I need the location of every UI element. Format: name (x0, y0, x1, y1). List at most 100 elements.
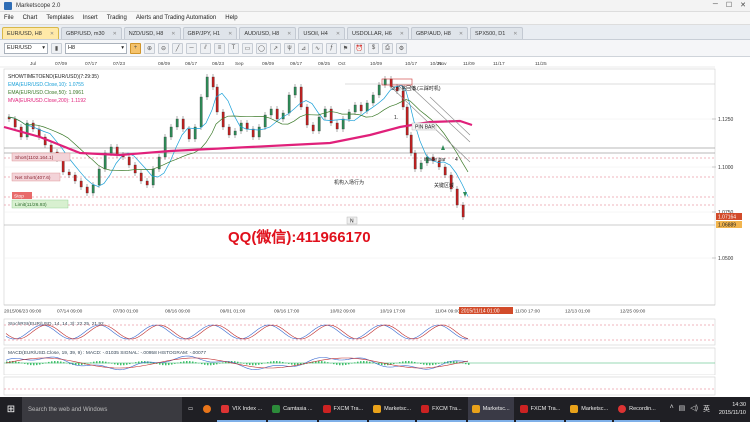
tray-chevron-up-icon[interactable]: ˄ (670, 404, 674, 414)
tab-nzdusd-h8[interactable]: NZD/USD, H8 ✕ (123, 27, 181, 39)
tab-gbpaud-h8[interactable]: GBP/AUD, H8 ✕ (410, 27, 469, 39)
app-label: Marketsc... (581, 405, 609, 412)
app-icon (519, 404, 528, 413)
close-button[interactable]: ✕ (740, 1, 746, 9)
macd-bar (15, 361, 17, 364)
network-icon[interactable]: ▤ (679, 404, 686, 414)
close-icon[interactable]: ✕ (171, 31, 175, 37)
candle-body (215, 86, 219, 113)
menu-chart[interactable]: Chart (23, 15, 38, 21)
chart-canvas[interactable]: Jul 07/09 07/17 07/23 08/09 08/17 08/23 Sep 09/0… (0, 57, 750, 376)
candle-body (133, 164, 137, 174)
taskbar-app-vix[interactable]: VIX Index ... (217, 397, 267, 422)
menu-trading[interactable]: Trading (107, 15, 127, 21)
close-icon[interactable]: ✕ (459, 31, 463, 37)
tab-eurusd-h8[interactable]: EUR/USD, H8 ✕ (2, 27, 60, 39)
taskbar-app-recording[interactable]: Recordin... (614, 397, 660, 422)
tab-usdollar-h6[interactable]: USDOLLAR, H6 ✕ (347, 27, 409, 39)
alert-icon[interactable]: ⏰ (354, 42, 365, 54)
macd-bar (129, 363, 131, 365)
ime-indicator[interactable]: 英 (703, 404, 710, 414)
maximize-button[interactable]: ☐ (726, 1, 732, 9)
rectangle-tool-icon[interactable]: ▭ (242, 42, 253, 54)
gann-tool-icon[interactable]: ⊿ (298, 42, 309, 54)
signal-icon[interactable]: ⚑ (340, 42, 351, 54)
windows-start-icon[interactable]: ⊞ (0, 397, 22, 422)
cycle-tool-icon[interactable]: ∿ (312, 42, 323, 54)
annotation-n: N (350, 219, 354, 225)
candle-body (419, 162, 423, 170)
taskbar-app-marketscope-3[interactable]: Marketsc... (566, 397, 613, 422)
top-axis-label: 11/25 (535, 61, 547, 67)
candle-type-icon[interactable]: ▮ (51, 42, 62, 54)
line-tool-icon[interactable]: ╱ (172, 42, 183, 54)
zoom-in-icon[interactable]: ⊕ (144, 42, 155, 54)
menu-alerts[interactable]: Alerts and Trading Automation (136, 15, 216, 21)
tab-gbpjpy-h1[interactable]: GBP/JPY, H1 ✕ (182, 27, 238, 39)
pitchfork-tool-icon[interactable]: ψ (284, 42, 295, 54)
candle-body (181, 118, 185, 130)
close-icon[interactable]: ✕ (287, 31, 291, 37)
close-icon[interactable]: ✕ (513, 31, 517, 37)
taskbar-app-fxcm-3[interactable]: FXCM Tra... (515, 397, 565, 422)
menu-insert[interactable]: Insert (83, 15, 98, 21)
order-icon[interactable]: $ (368, 42, 379, 54)
close-icon[interactable]: ✕ (336, 31, 340, 37)
menu-help[interactable]: Help (225, 15, 237, 21)
macd-bar (30, 363, 32, 366)
macd-bar (42, 363, 44, 364)
timeframe-select[interactable]: H8 ▾ (65, 42, 127, 54)
crosshair-icon[interactable]: + (130, 42, 141, 54)
close-icon[interactable]: ✕ (50, 31, 54, 37)
taskbar-app-marketscope-2[interactable]: Marketsc... (467, 397, 514, 422)
text-tool-icon[interactable]: T (228, 42, 239, 54)
candle-body (245, 122, 249, 130)
macd-bar (243, 363, 245, 364)
indicator-icon[interactable]: ƒ (326, 42, 337, 54)
candle-body (199, 96, 203, 128)
tab-label: USDOLLAR, H6 (352, 30, 392, 37)
hline-tool-icon[interactable]: ─ (186, 42, 197, 54)
ellipse-tool-icon[interactable]: ◯ (256, 42, 267, 54)
menu-file[interactable]: File (4, 15, 14, 21)
close-icon[interactable]: ✕ (113, 31, 117, 37)
clock-time: 14:30 (732, 402, 746, 408)
price-chart-area[interactable]: Jul 07/09 07/17 07/23 08/09 08/17 08/23 Sep 09/0… (0, 57, 750, 376)
macd-bar (222, 362, 224, 364)
tab-spx500-d1[interactable]: SPX500, D1 ✕ (470, 27, 523, 39)
minimize-button[interactable]: ─ (713, 1, 718, 9)
macd-bar (18, 361, 20, 364)
arrow-tool-icon[interactable]: ↗ (270, 42, 281, 54)
taskbar-app-fxcm-2[interactable]: FXCM Tra... (417, 397, 466, 422)
stoch-panel[interactable] (3, 318, 716, 346)
print-icon[interactable]: ⎙ (382, 42, 393, 54)
close-icon[interactable]: ✕ (228, 31, 232, 37)
app-icon (570, 404, 579, 413)
tab-gbpusd-m30[interactable]: GBP/USD, m30 ✕ (61, 27, 122, 39)
menu-templates[interactable]: Templates (46, 15, 73, 21)
candle-body (175, 118, 179, 128)
zoom-out-icon[interactable]: ⊖ (158, 42, 169, 54)
taskbar-app-camtasia[interactable]: Camtasia ... (268, 397, 317, 422)
taskbar-firefox-icon[interactable] (199, 397, 215, 422)
taskbar-clock[interactable]: 14:30 2015/11/10 (719, 401, 746, 417)
fib-tool-icon[interactable]: ≡ (214, 42, 225, 54)
annotation-4: 4 (455, 157, 458, 163)
settings-icon[interactable]: ⚙ (396, 42, 407, 54)
close-icon[interactable]: ✕ (400, 31, 404, 37)
tab-usoil-h4[interactable]: USOil, H4 ✕ (298, 27, 346, 39)
taskbar-search-input[interactable]: Search the web and Windows (22, 397, 182, 422)
channel-tool-icon[interactable]: ⫽ (200, 42, 211, 54)
taskbar-app-fxcm-1[interactable]: FXCM Tra... (318, 397, 368, 422)
tab-label: EUR/USD, H8 (7, 30, 42, 37)
macd-bar (348, 363, 350, 365)
candle-body (353, 104, 357, 113)
taskbar-app-marketscope-1[interactable]: Marketsc... (369, 397, 416, 422)
macd-bar (342, 363, 344, 366)
candle-body (275, 108, 279, 120)
tab-audusd-h8[interactable]: AUD/USD, H8 ✕ (239, 27, 297, 39)
symbol-select[interactable]: EUR/USD ▾ (4, 42, 48, 54)
taskbar-task-view-icon[interactable]: ▭ (184, 397, 197, 422)
candle-body (233, 130, 237, 136)
volume-icon[interactable]: ◁) (690, 404, 698, 414)
